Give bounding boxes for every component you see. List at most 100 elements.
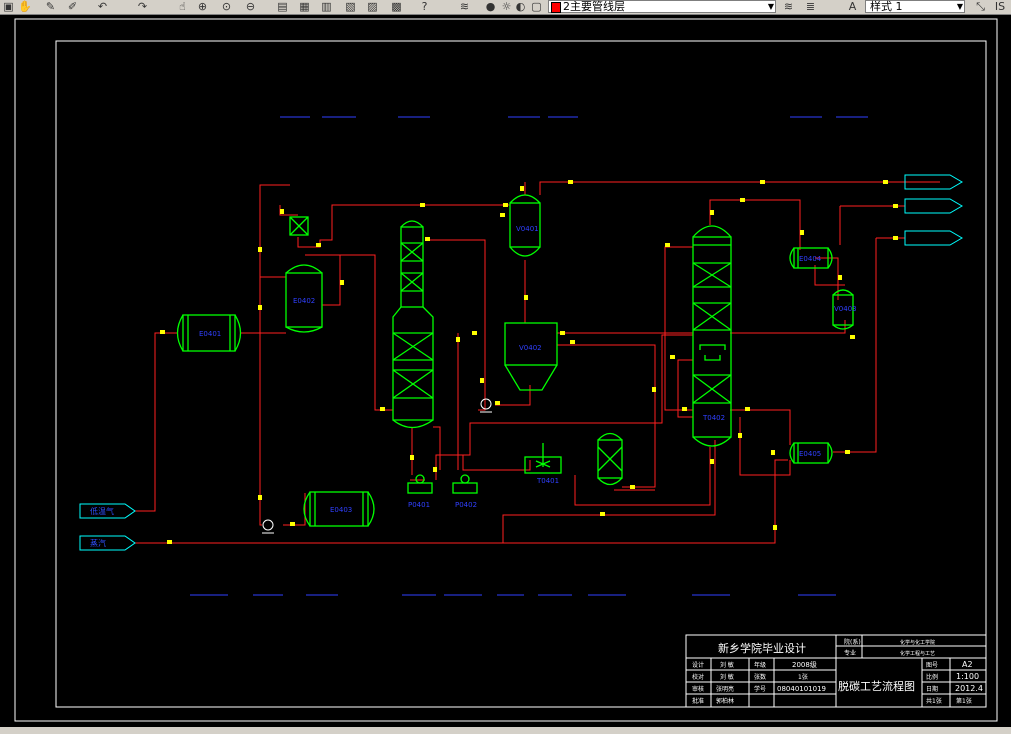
tb-cell: 郭柏林: [716, 697, 734, 705]
label-e0402: E0402: [293, 297, 315, 305]
pfd-drawing: 低温气 蒸汽 E0401 E0402 E0403 E0404 E0405 T04…: [14, 18, 998, 722]
undo-icon[interactable]: ↶: [96, 0, 109, 13]
label-v0403: V0403: [834, 305, 857, 313]
drawing-title: 脱碳工艺流程图: [838, 679, 915, 693]
input-lowgas-label: 低温气: [90, 506, 114, 516]
tb-cell: 第1张: [956, 697, 972, 705]
flow-markers: [160, 180, 898, 544]
inner-frame: [55, 40, 987, 708]
layer-color-swatch: [551, 2, 561, 13]
pan-icon[interactable]: ✋: [18, 0, 32, 13]
output-arrow-3[interactable]: [904, 230, 963, 246]
tb-cell: 08040101019: [777, 685, 826, 693]
label-t0402: T0402: [702, 414, 725, 422]
pipe-lines: [135, 181, 940, 544]
tb-cell: 张明亮: [716, 685, 734, 693]
label-t0401: T0401: [536, 477, 559, 485]
outer-frame: [14, 18, 998, 722]
tb-cell: 刘 敏: [720, 661, 734, 669]
school-name: 新乡学院毕业设计: [718, 641, 806, 655]
style-dropdown[interactable]: 样式 1 ▼: [865, 0, 965, 13]
column-t0402[interactable]: [692, 225, 732, 447]
layer-state-icon[interactable]: ≣: [804, 0, 817, 13]
markup-icon[interactable]: ▨: [366, 0, 379, 13]
input-arrow-steam[interactable]: [79, 535, 136, 551]
chevron-down-icon[interactable]: ▼: [957, 1, 963, 13]
help-icon[interactable]: ?: [418, 0, 431, 13]
equipment: [176, 194, 854, 527]
label-p0401: P0401: [408, 501, 430, 509]
tb-cell: 化学与化工学院: [900, 639, 935, 646]
input-arrows: 低温气 蒸汽: [79, 503, 136, 551]
title-block: 新乡学院毕业设计 脱碳工艺流程图 设计 刘 敏 年级 2008级 校对 刘 敏 …: [685, 634, 987, 708]
sun-icon[interactable]: ☼: [500, 0, 513, 13]
pump-p0401[interactable]: [407, 474, 433, 494]
pencil-icon[interactable]: ✎: [44, 0, 57, 13]
brush-icon[interactable]: ✐: [66, 0, 79, 13]
label-v0402: V0402: [519, 344, 542, 352]
dimension-style-icon[interactable]: ⤡: [974, 0, 987, 13]
filter-box[interactable]: [289, 216, 309, 236]
label-v0401: V0401: [516, 225, 539, 233]
label-e0401: E0401: [199, 330, 221, 338]
zoom-window-icon[interactable]: ⊙: [220, 0, 233, 13]
redo-icon[interactable]: ↷: [136, 0, 149, 13]
equipment-labels: E0401 E0402 E0403 E0404 E0405 T0402 V040…: [199, 225, 857, 514]
label-e0405: E0405: [799, 450, 821, 458]
column-t0401[interactable]: [392, 220, 434, 429]
layer-name: 2主要管线层: [563, 0, 625, 13]
chevron-down-icon[interactable]: ▼: [768, 1, 774, 13]
tb-cell: 批准: [692, 697, 704, 705]
vessel-regenerator[interactable]: [597, 432, 623, 486]
zoom-previous-icon[interactable]: ⊖: [244, 0, 257, 13]
plot-icon[interactable]: ▢: [530, 0, 543, 13]
bulb-icon[interactable]: ●: [484, 0, 497, 13]
tb-cell: 2012.4: [955, 684, 983, 693]
tb-cell: 刘 敏: [720, 673, 734, 681]
output-arrow-2[interactable]: [904, 198, 963, 214]
tb-cell: 学号: [754, 685, 766, 693]
design-center-icon[interactable]: ▦: [298, 0, 311, 13]
drawing-canvas[interactable]: 低温气 蒸汽 E0401 E0402 E0403 E0404 E0405 T04…: [0, 15, 1011, 727]
label-e0404: E0404: [799, 255, 822, 263]
tb-cell: 1张: [798, 673, 808, 681]
tb-cell: 2008级: [792, 660, 817, 669]
text-style-icon[interactable]: A: [846, 0, 859, 13]
sheet-set-icon[interactable]: ▧: [344, 0, 357, 13]
input-steam-label: 蒸汽: [90, 538, 106, 548]
tb-cell: 共1张: [926, 697, 942, 705]
tb-cell: 校对: [692, 673, 704, 681]
hand-icon[interactable]: ☝: [176, 0, 189, 13]
toolbar: ▣ ✋ ✎ ✐ ↶ ↷ ☝ ⊕ ⊙ ⊖ ▤ ▦ ▥ ▧ ▨ ▩ ? ≋ ● ☼ …: [0, 0, 1011, 15]
properties-icon[interactable]: ▤: [276, 0, 289, 13]
tb-cell: 设计: [692, 661, 704, 669]
tb-cell: 化学工程与工艺: [900, 650, 935, 657]
pump-p0402[interactable]: [452, 474, 478, 494]
pump-bottom[interactable]: [262, 519, 274, 531]
lock-icon[interactable]: ◐: [514, 0, 527, 13]
tool-palette-icon[interactable]: ▥: [320, 0, 333, 13]
output-arrows: [904, 174, 963, 246]
tb-cell: 专业: [844, 649, 856, 657]
style-name: 样式 1: [870, 0, 903, 13]
tb-cell: 1:100: [956, 672, 979, 681]
calculator-icon[interactable]: ▩: [390, 0, 403, 13]
status-bar: [0, 727, 1011, 734]
tb-cell: A2: [962, 660, 973, 669]
tb-cell: 院(系): [844, 638, 861, 646]
layer-manager-icon[interactable]: ≋: [458, 0, 471, 13]
vessel-v0402[interactable]: [504, 322, 558, 391]
tb-cell: 张数: [754, 673, 766, 681]
tb-cell: 图号: [926, 662, 938, 669]
tb-cell: 年级: [754, 661, 766, 669]
layer-previous-icon[interactable]: ≋: [782, 0, 795, 13]
tb-cell: 比例: [926, 673, 938, 681]
layer-dropdown[interactable]: 2主要管线层 ▼: [548, 0, 776, 13]
folder-icon[interactable]: ▣: [2, 0, 15, 13]
annotation-scale[interactable]: IS: [990, 0, 1010, 13]
label-p0402: P0402: [455, 501, 477, 509]
label-e0403: E0403: [330, 506, 352, 514]
tb-cell: 审核: [692, 685, 704, 693]
zoom-realtime-icon[interactable]: ⊕: [196, 0, 209, 13]
pump-middle[interactable]: [480, 398, 492, 410]
